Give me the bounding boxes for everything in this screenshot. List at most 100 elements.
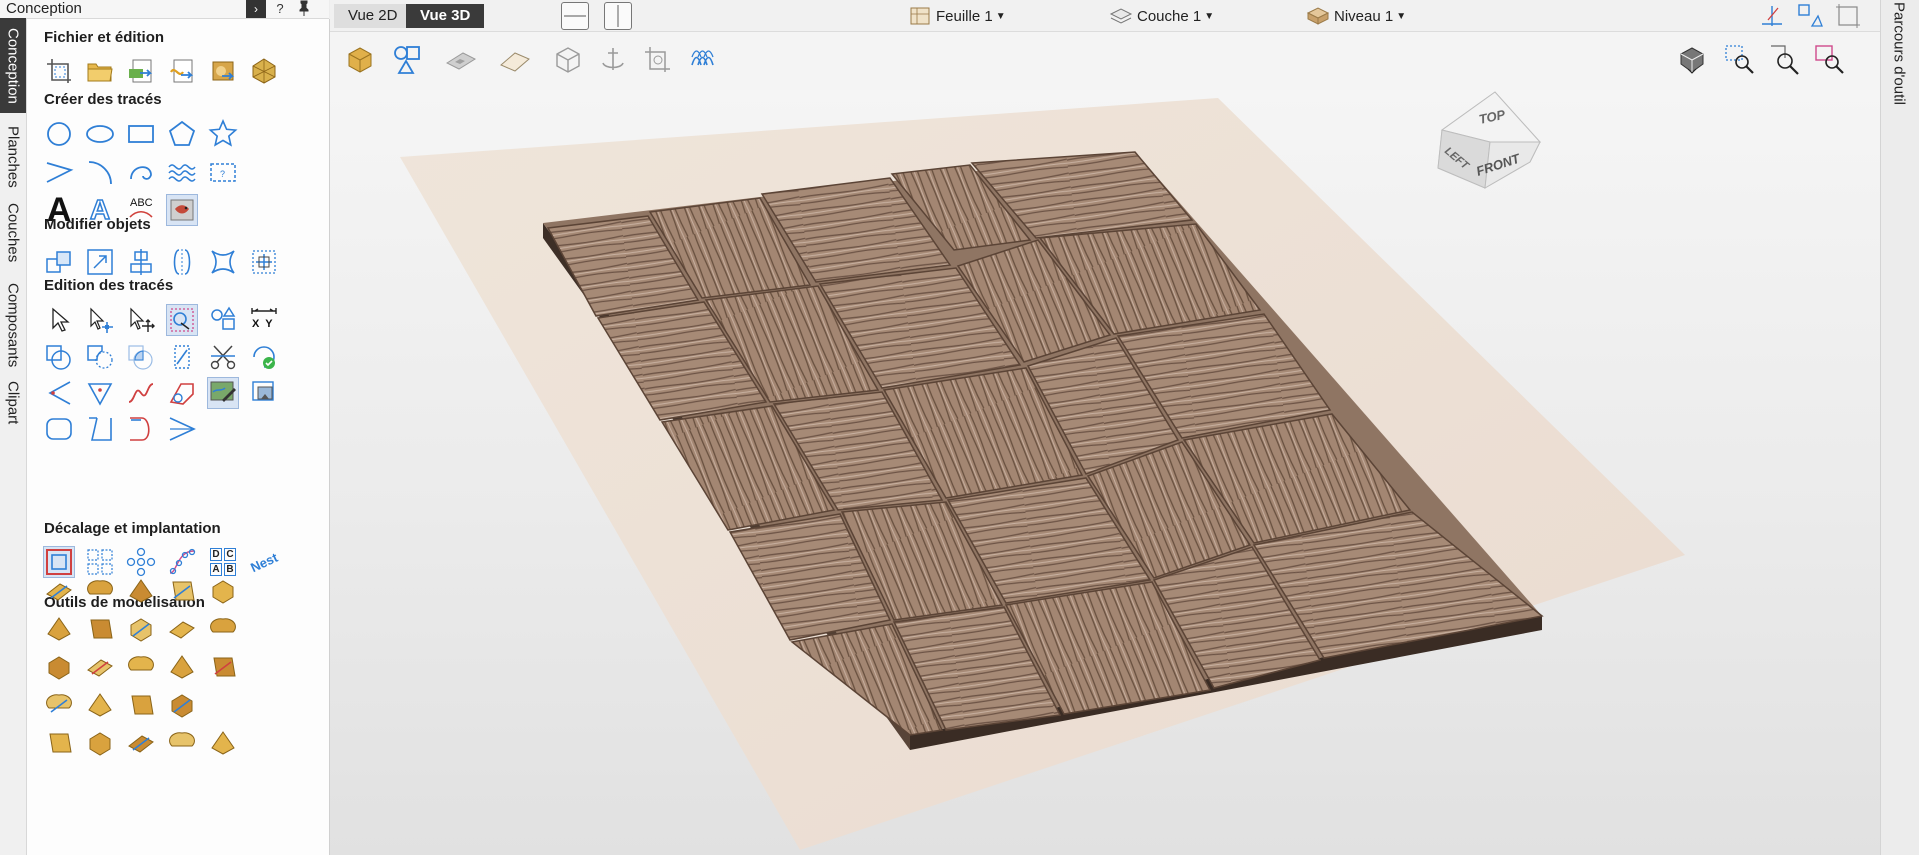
- tab-planches[interactable]: Planches: [0, 115, 26, 199]
- import-image-button[interactable]: [126, 56, 156, 86]
- smooth-relief-button[interactable]: [44, 728, 74, 758]
- tab-toolpaths[interactable]: Parcours d'outil: [1884, 2, 1914, 202]
- 3d-viewport[interactable]: TOP LEFT FRONT: [330, 90, 1880, 855]
- zoom-box-button[interactable]: [1722, 42, 1758, 78]
- chamfer-button[interactable]: [44, 378, 74, 408]
- stack-relief-button[interactable]: [208, 652, 238, 682]
- bounding-box-button[interactable]: ?: [208, 157, 238, 187]
- fade-relief-button[interactable]: [44, 690, 74, 720]
- view-cube[interactable]: TOP LEFT FRONT: [1437, 91, 1542, 189]
- tab-view-3d[interactable]: Vue 3D: [406, 4, 485, 28]
- freeze-relief-button[interactable]: [126, 728, 156, 758]
- draw-circle-button[interactable]: [44, 119, 74, 149]
- snap-objects-icon[interactable]: [1796, 2, 1824, 30]
- tab-conception[interactable]: Conception: [0, 18, 26, 113]
- open-file-button[interactable]: [85, 56, 115, 86]
- frame-icon[interactable]: [1834, 2, 1862, 30]
- measure-tool-button[interactable]: X Y: [249, 305, 279, 335]
- import-model-button[interactable]: [249, 56, 279, 86]
- 3d-scene[interactable]: TOP LEFT FRONT: [330, 90, 1880, 855]
- extrude-path-button[interactable]: [85, 614, 115, 644]
- show-bitmap-button[interactable]: [442, 42, 478, 78]
- origin-button[interactable]: [595, 42, 631, 78]
- close-vectors-button[interactable]: [249, 342, 279, 372]
- shape-extrude-button[interactable]: [167, 576, 197, 606]
- wave-relief-button[interactable]: [126, 690, 156, 720]
- draw-ellipse-button[interactable]: [85, 119, 115, 149]
- align-object-button[interactable]: [126, 247, 156, 277]
- rounded-rect-button[interactable]: [44, 414, 74, 444]
- show-material-button[interactable]: [496, 42, 532, 78]
- mirror-object-button[interactable]: [167, 247, 197, 277]
- help-button[interactable]: ?: [270, 0, 290, 18]
- array-copy-button[interactable]: [85, 547, 115, 577]
- level-dropdown[interactable]: Niveau 1 ▼: [1306, 4, 1406, 28]
- copy-along-vector-button[interactable]: [167, 547, 197, 577]
- draw-star-button[interactable]: [208, 119, 238, 149]
- draw-polygon-button[interactable]: [167, 119, 197, 149]
- wave-toggle-button[interactable]: [686, 42, 722, 78]
- shape-editor-button[interactable]: [388, 42, 424, 78]
- distort-relief-button[interactable]: [85, 728, 115, 758]
- view-shading-button[interactable]: [1674, 42, 1710, 78]
- array-letters-button[interactable]: D C A B: [208, 547, 238, 577]
- create-component-button[interactable]: [342, 42, 378, 78]
- open-vector-button[interactable]: [85, 414, 115, 444]
- subtract-button[interactable]: [85, 342, 115, 372]
- circular-array-button[interactable]: [126, 547, 156, 577]
- sheet-dropdown[interactable]: Feuille 1 ▼: [908, 4, 1006, 28]
- zoom-selection-button[interactable]: [1812, 42, 1848, 78]
- draw-arc-button[interactable]: [85, 157, 115, 187]
- component-box-button[interactable]: [208, 728, 238, 758]
- component-flat-button[interactable]: [44, 576, 74, 606]
- u-curve-button[interactable]: [126, 414, 156, 444]
- spin-profile-button[interactable]: [126, 614, 156, 644]
- layout-split-horizontal-button[interactable]: [561, 2, 589, 30]
- zoom-fit-button[interactable]: [1767, 42, 1803, 78]
- shape-dome-button[interactable]: [85, 576, 115, 606]
- join-vectors-button[interactable]: [167, 414, 197, 444]
- layer-dropdown[interactable]: Couche 1 ▼: [1109, 4, 1214, 28]
- tab-composants[interactable]: Composants: [0, 271, 26, 379]
- cut-relief-button[interactable]: [126, 652, 156, 682]
- weld-button[interactable]: [44, 342, 74, 372]
- center-object-button[interactable]: [249, 247, 279, 277]
- shapes-convert-button[interactable]: [208, 305, 238, 335]
- slice-relief-button[interactable]: [85, 690, 115, 720]
- pin-panel-button[interactable]: [294, 0, 314, 18]
- shape-box-button[interactable]: [208, 576, 238, 606]
- tab-clipart[interactable]: Clipart: [0, 367, 26, 439]
- node-edit-button[interactable]: [85, 305, 115, 335]
- draw-rectangle-button[interactable]: [126, 119, 156, 149]
- tab-couches[interactable]: Couches: [0, 193, 26, 273]
- offset-button[interactable]: [43, 546, 75, 578]
- move-object-button[interactable]: [44, 247, 74, 277]
- shape-pyramid-button[interactable]: [126, 576, 156, 606]
- tab-view-2d[interactable]: Vue 2D: [334, 4, 412, 28]
- sweep-rails-button[interactable]: [44, 614, 74, 644]
- new-project-button[interactable]: [44, 56, 74, 86]
- draw-wave-button[interactable]: [167, 157, 197, 187]
- fillet-button[interactable]: [167, 342, 197, 372]
- smooth-curve-button[interactable]: [126, 378, 156, 408]
- texture-area-button[interactable]: [85, 652, 115, 682]
- intersect-button[interactable]: [126, 342, 156, 372]
- clipart-bitmap-button[interactable]: [166, 194, 198, 226]
- import-3d-button[interactable]: [208, 56, 238, 86]
- snap-grid-icon[interactable]: [1758, 2, 1786, 30]
- bitmap-edit-button[interactable]: [249, 378, 279, 408]
- transform-select-button[interactable]: [126, 305, 156, 335]
- draw-curve-button[interactable]: [126, 157, 156, 187]
- toolpath-preview-button[interactable]: [640, 42, 676, 78]
- bake-relief-button[interactable]: [167, 728, 197, 758]
- wireframe-box-button[interactable]: [550, 42, 586, 78]
- select-tool-button[interactable]: [44, 305, 74, 335]
- extend-vector-button[interactable]: [167, 378, 197, 408]
- draw-polyline-button[interactable]: [44, 157, 74, 187]
- corner-fillet-button[interactable]: [85, 378, 115, 408]
- trace-bitmap-button[interactable]: [207, 377, 239, 409]
- scale-object-button[interactable]: [85, 247, 115, 277]
- import-vectors-button[interactable]: [167, 56, 197, 86]
- nesting-button[interactable]: Nest: [248, 547, 280, 577]
- sculpt-button[interactable]: [208, 614, 238, 644]
